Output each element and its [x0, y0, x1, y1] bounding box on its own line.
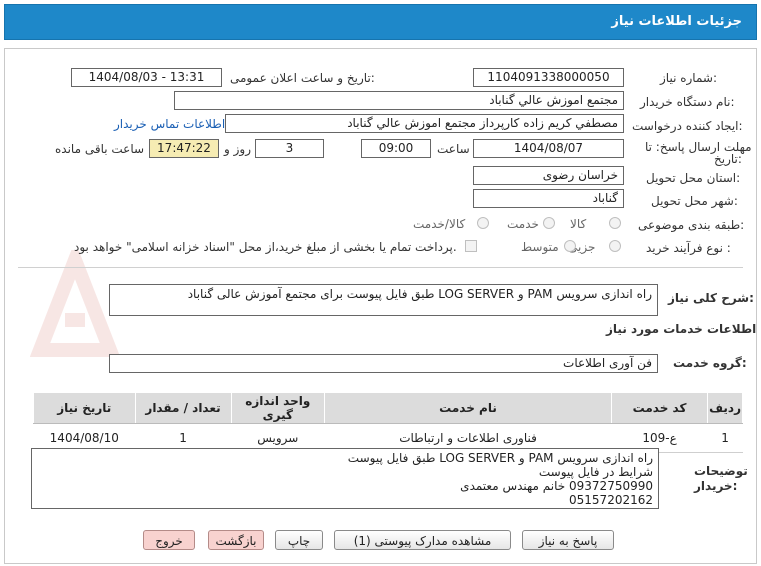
col-name: نام خدمت: [324, 392, 612, 424]
category-service-label: خدمت: [507, 217, 539, 231]
treasury-payment-checkbox[interactable]: [465, 240, 477, 252]
deadline-time-field: 09:00: [361, 139, 431, 158]
print-button[interactable]: چاپ: [275, 530, 323, 550]
announce-label: تاریخ و ساعت اعلان عمومی:: [230, 71, 375, 85]
notes-label: توضیحات: [694, 464, 748, 478]
col-date: تاریخ نیاز: [33, 392, 136, 424]
service-group-field: فن آوری اطلاعات: [109, 354, 658, 373]
category-label: طبقه بندی موضوعی:: [638, 218, 745, 232]
requester-field: مصطفي کريم زاده کارپرداز مجتمع اموزش عال…: [225, 114, 624, 133]
deadline-time-label: ساعت: [437, 142, 470, 156]
notes-line: 05157202162: [569, 493, 653, 507]
summary-label: شرح کلی نیاز:: [668, 291, 754, 305]
page-title: جزئیات اطلاعات نیاز: [611, 14, 742, 29]
deadline-date-field: 1404/08/07: [473, 139, 624, 158]
service-group-label: گروه خدمت:: [673, 356, 747, 370]
deadline-date-label: تاریخ:: [714, 152, 742, 166]
process-minor-radio[interactable]: [609, 240, 621, 252]
category-goods-radio[interactable]: [609, 217, 621, 229]
remaining-time-field: 17:47:22: [149, 139, 219, 158]
section-divider: [18, 267, 743, 268]
notes-line: 09372750990 خانم مهندس معتمدی: [460, 479, 653, 493]
reply-button[interactable]: پاسخ به نیاز: [522, 530, 614, 550]
province-field: خراسان رضوی: [473, 166, 624, 185]
days-label: روز و: [224, 142, 251, 156]
col-qty: تعداد / مقدار: [134, 392, 232, 424]
col-code: کد خدمت: [610, 392, 709, 424]
treasury-payment-note: پرداخت تمام یا بخشی از مبلغ خرید،از محل …: [74, 240, 457, 254]
category-goods-label: کالا: [570, 217, 587, 231]
title-bar: جزئیات اطلاعات نیاز: [4, 4, 757, 40]
exit-button[interactable]: خروج: [143, 530, 195, 550]
requester-label: ایجاد کننده درخواست:: [632, 119, 743, 133]
city-field: گناباد: [473, 189, 624, 208]
announce-field: 1404/08/03 - 13:31: [71, 68, 222, 87]
buyer-org-label: نام دستگاه خریدار:: [640, 95, 735, 109]
process-medium-label: متوسط: [521, 240, 559, 254]
cell-row: 1: [707, 423, 743, 453]
summary-field: راه اندازی سرویس PAM و LOG SERVER طبق فا…: [109, 284, 658, 316]
notes-line: راه اندازی سرویس PAM و LOG SERVER طبق فا…: [347, 451, 653, 465]
category-service-radio[interactable]: [543, 217, 555, 229]
process-medium-radio[interactable]: [564, 240, 576, 252]
category-both-label: کالا/خدمت: [413, 217, 466, 231]
days-field: 3: [255, 139, 324, 158]
view-attachments-button[interactable]: مشاهده مدارک پیوستی (1): [334, 530, 511, 550]
buyer-org-field: مجتمع اموزش عالي گناباد: [174, 91, 624, 110]
col-row: ردیف: [707, 392, 743, 424]
process-label: نوع فرآیند خرید :: [646, 241, 731, 255]
contact-buyer-link[interactable]: اطلاعات تماس خریدار: [114, 117, 225, 131]
need-number-field: 1104091338000050: [473, 68, 624, 87]
remaining-label: ساعت باقی مانده: [55, 142, 145, 156]
services-table: ردیف کد خدمت نام خدمت واحد اندازه گیری ت…: [33, 392, 743, 453]
back-button[interactable]: بازگشت: [208, 530, 264, 550]
need-number-label: شماره نیاز:: [660, 71, 718, 85]
province-label: استان محل تحویل:: [646, 171, 741, 185]
notes-line: شرایط در فایل پیوست: [538, 465, 653, 479]
category-both-radio[interactable]: [477, 217, 489, 229]
city-label: شهر محل تحویل:: [651, 194, 738, 208]
col-unit: واحد اندازه گیری: [230, 392, 326, 424]
services-header: اطلاعات خدمات مورد نیاز: [606, 322, 757, 336]
notes-field: راه اندازی سرویس PAM و LOG SERVER طبق فا…: [31, 448, 659, 509]
notes-label-2: خریدار:: [694, 479, 738, 493]
